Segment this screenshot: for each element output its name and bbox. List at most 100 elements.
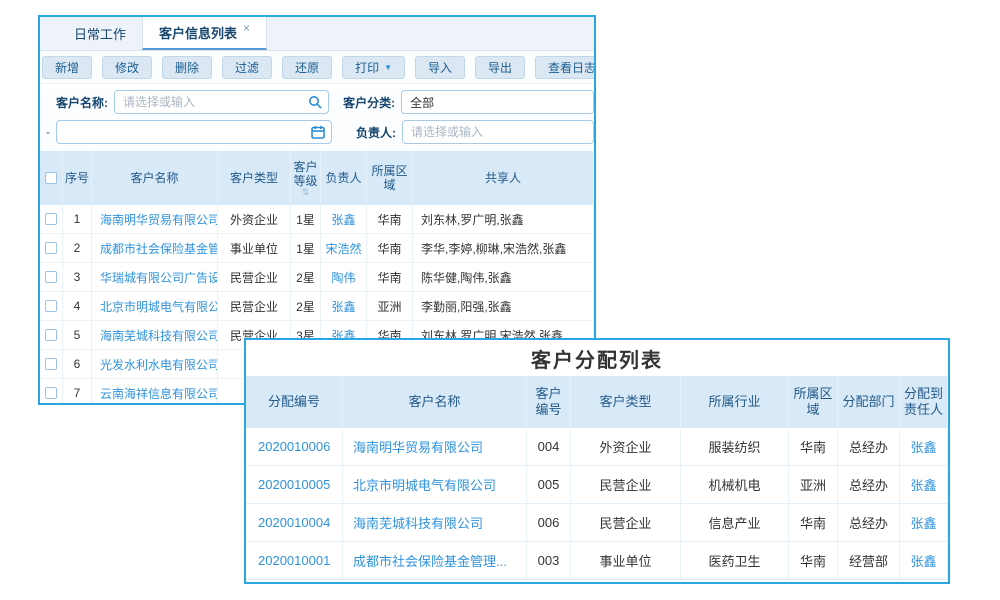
region: 华南 — [367, 205, 413, 233]
table-row[interactable]: 2020010005 北京市明城电气有限公司 005 民营企业 机械机电 亚洲 … — [246, 466, 948, 504]
owner-link[interactable]: 陶伟 — [321, 263, 367, 291]
customer-name-link[interactable]: 海南明华贸易有限公司 — [343, 428, 527, 465]
row-checkbox[interactable] — [45, 213, 57, 225]
owner-link[interactable]: 张鑫 — [321, 292, 367, 320]
row-checkbox[interactable] — [45, 387, 57, 399]
allocation-id-link[interactable]: 2020010001 — [246, 542, 343, 579]
print-button[interactable]: 打印 ▼ — [342, 56, 405, 79]
customer-category-select[interactable]: 全部 — [401, 90, 594, 114]
table-row[interactable]: 3 华瑞城有限公司广告设计部 民营企业 2星 陶伟 华南 陈华健,陶伟,张鑫 — [40, 263, 594, 292]
row-checkbox[interactable] — [45, 271, 57, 283]
allocation-id-link[interactable]: 2020010004 — [246, 504, 343, 541]
header-assignee: 分配到责任人 — [900, 376, 948, 428]
customer-type: 事业单位 — [571, 542, 681, 579]
add-button[interactable]: 新增 — [42, 56, 92, 79]
page-title: 客户分配列表 — [246, 340, 948, 376]
customer-name-link[interactable]: 北京市明城电气有限公司 — [92, 292, 218, 320]
customer-name-link[interactable]: 海南芜城科技有限公司 — [92, 321, 218, 349]
row-no: 7 — [63, 379, 92, 405]
customer-type: 民营企业 — [218, 292, 291, 320]
allocation-table-header: 分配编号 客户名称 客户编号 客户类型 所属行业 所属区域 分配部门 分配到责任… — [246, 376, 948, 428]
header-customer-grade-label: 客户等级 — [293, 160, 318, 188]
edit-button[interactable]: 修改 — [102, 56, 152, 79]
customer-name-link[interactable]: 海南芜城科技有限公司 — [343, 504, 527, 541]
customer-code: 004 — [527, 428, 571, 465]
close-icon[interactable]: × — [243, 21, 250, 35]
customer-type: 民营企业 — [571, 466, 681, 503]
select-all-checkbox[interactable] — [45, 172, 57, 184]
customer-type: 民营企业 — [218, 263, 291, 291]
header-industry: 所属行业 — [681, 376, 789, 428]
filter-button[interactable]: 过滤 — [222, 56, 272, 79]
customer-name-link[interactable]: 成都市社会保险基金管理... — [92, 234, 218, 262]
tab-customer-info-list[interactable]: 客户信息列表 × — [142, 17, 267, 50]
print-button-label: 打印 — [355, 59, 379, 76]
row-no: 6 — [63, 350, 92, 378]
assignee-link[interactable]: 张鑫 — [900, 542, 948, 579]
table-row[interactable]: 4 北京市明城电气有限公司 民营企业 2星 张鑫 亚洲 李勤丽,阳强,张鑫 — [40, 292, 594, 321]
row-checkbox[interactable] — [45, 242, 57, 254]
assignee-link[interactable]: 张鑫 — [900, 504, 948, 541]
row-no: 3 — [63, 263, 92, 291]
owner-input[interactable] — [402, 120, 594, 144]
owner-link[interactable]: 张鑫 — [321, 205, 367, 233]
department: 总经办 — [838, 428, 900, 465]
row-checkbox[interactable] — [45, 329, 57, 341]
region: 华南 — [789, 428, 838, 465]
sort-icon[interactable]: ⇅ — [302, 188, 310, 197]
date-range-separator: - — [46, 125, 50, 139]
customer-type: 民营企业 — [571, 504, 681, 541]
restore-button[interactable]: 还原 — [282, 56, 332, 79]
customer-name-link[interactable]: 华瑞城有限公司广告设计部 — [92, 263, 218, 291]
customer-name-link[interactable]: 北京市明城电气有限公司 — [343, 466, 527, 503]
table-row[interactable]: 1 海南明华贸易有限公司 外资企业 1星 张鑫 华南 刘东林,罗广明,张鑫 — [40, 205, 594, 234]
header-shared: 共享人 — [413, 151, 594, 205]
row-checkbox[interactable] — [45, 358, 57, 370]
customer-name-link[interactable]: 云南海祥信息有限公司 — [92, 379, 218, 405]
department: 总经办 — [838, 466, 900, 503]
customer-name-input[interactable] — [114, 90, 329, 114]
customer-grade: 1星 — [291, 205, 321, 233]
customer-table-header: 序号 客户名称 客户类型 客户等级 ⇅ 负责人 所属区域 共享人 — [40, 151, 594, 205]
table-row[interactable]: 2 成都市社会保险基金管理... 事业单位 1星 宋浩然 华南 李华,李婷,柳琳… — [40, 234, 594, 263]
customer-name-link[interactable]: 成都市社会保险基金管理... — [343, 542, 527, 579]
customer-name-label: 客户名称: — [56, 94, 108, 111]
search-icon[interactable] — [308, 95, 322, 109]
assignee-link[interactable]: 张鑫 — [900, 428, 948, 465]
header-region: 所属区域 — [367, 151, 413, 205]
header-region: 所属区域 — [789, 376, 838, 428]
header-customer-type: 客户类型 — [218, 151, 291, 205]
customer-name-link[interactable]: 海南明华贸易有限公司 — [92, 205, 218, 233]
customer-code: 005 — [527, 466, 571, 503]
table-row[interactable]: 2020010001 成都市社会保险基金管理... 003 事业单位 医药卫生 … — [246, 542, 948, 580]
industry: 机械机电 — [681, 466, 789, 503]
delete-button[interactable]: 删除 — [162, 56, 212, 79]
calendar-icon[interactable] — [311, 125, 325, 139]
customer-name-link[interactable]: 光发水利水电有限公司 — [92, 350, 218, 378]
customer-type: 事业单位 — [218, 234, 291, 262]
header-customer-name: 客户名称 — [92, 151, 218, 205]
toolbar: 新增 修改 删除 过滤 还原 打印 ▼ 导入 导出 查看日志 — [40, 51, 594, 84]
allocation-id-link[interactable]: 2020010005 — [246, 466, 343, 503]
owner-link[interactable]: 宋浩然 — [321, 234, 367, 262]
date-to-input[interactable] — [56, 120, 332, 144]
customer-grade: 2星 — [291, 292, 321, 320]
industry: 服装纺织 — [681, 428, 789, 465]
region: 华南 — [789, 542, 838, 579]
allocation-id-link[interactable]: 2020010006 — [246, 428, 343, 465]
table-row[interactable]: 2020010006 海南明华贸易有限公司 004 外资企业 服装纺织 华南 总… — [246, 428, 948, 466]
region: 亚洲 — [367, 292, 413, 320]
import-button[interactable]: 导入 — [415, 56, 465, 79]
customer-grade: 1星 — [291, 234, 321, 262]
chevron-down-icon: ▼ — [384, 63, 392, 72]
region: 华南 — [789, 504, 838, 541]
shared-people: 李勤丽,阳强,张鑫 — [413, 292, 594, 320]
table-row[interactable]: 2020010004 海南芜城科技有限公司 006 民营企业 信息产业 华南 总… — [246, 504, 948, 542]
assignee-link[interactable]: 张鑫 — [900, 466, 948, 503]
export-button[interactable]: 导出 — [475, 56, 525, 79]
row-no: 5 — [63, 321, 92, 349]
tab-daily-work[interactable]: 日常工作 — [58, 17, 142, 50]
row-checkbox[interactable] — [45, 300, 57, 312]
department: 经营部 — [838, 542, 900, 579]
view-log-button[interactable]: 查看日志 — [535, 56, 596, 79]
